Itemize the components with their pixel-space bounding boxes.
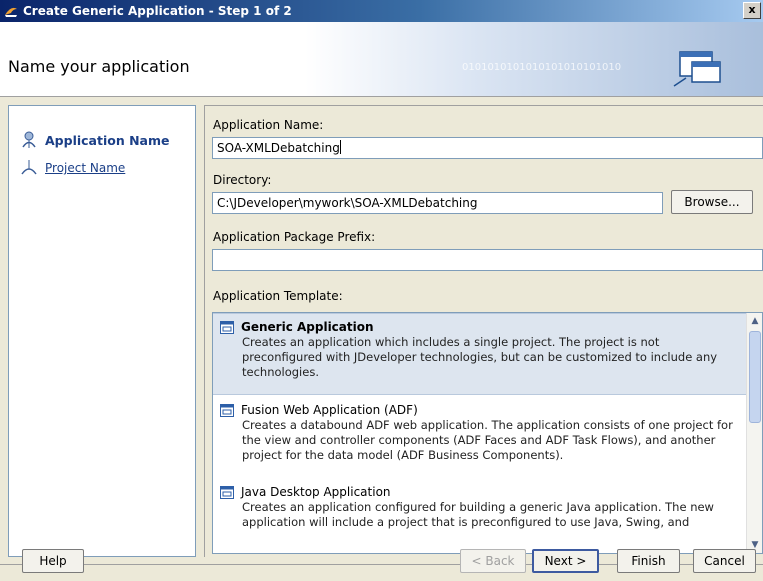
- next-button[interactable]: Next >: [532, 549, 599, 573]
- template-item-java-desktop-application[interactable]: Java Desktop Application Creates an appl…: [213, 479, 746, 553]
- window-title: Create Generic Application - Step 1 of 2: [23, 4, 292, 18]
- binary-decoration: 0101010101010101010101010: [462, 62, 622, 73]
- finish-button[interactable]: Finish: [617, 549, 680, 573]
- current-step-icon: [22, 131, 36, 148]
- template-name: Fusion Web Application (ADF): [241, 403, 418, 417]
- template-list[interactable]: Generic Application Creates an applicati…: [212, 312, 763, 554]
- package-prefix-label: Application Package Prefix:: [213, 230, 376, 244]
- help-button[interactable]: Help: [22, 549, 84, 573]
- cancel-button[interactable]: Cancel: [693, 549, 756, 573]
- steps-panel: Application Name Project Name: [8, 105, 196, 557]
- package-prefix-input[interactable]: [212, 249, 763, 271]
- directory-label: Directory:: [213, 173, 272, 187]
- template-item-fusion-web-application[interactable]: Fusion Web Application (ADF) Creates a d…: [213, 397, 746, 477]
- template-description: Creates an application which includes a …: [242, 335, 718, 379]
- template-item-generic-application[interactable]: Generic Application Creates an applicati…: [213, 313, 746, 395]
- directory-input[interactable]: C:\JDeveloper\mywork\SOA-XMLDebatching: [212, 192, 663, 214]
- text-caret: [339, 140, 341, 154]
- close-button[interactable]: x: [743, 2, 761, 19]
- template-description: Creates an application configured for bu…: [242, 500, 714, 529]
- jdeveloper-icon: [5, 7, 17, 17]
- template-name: Generic Application: [241, 320, 374, 334]
- step-label: Application Name: [45, 132, 170, 148]
- step-application-name[interactable]: Application Name: [19, 130, 169, 150]
- application-name-label: Application Name:: [213, 118, 324, 132]
- template-description: Creates a databound ADF web application.…: [242, 418, 733, 462]
- step-project-name[interactable]: Project Name: [19, 158, 125, 178]
- title-bar: Create Generic Application - Step 1 of 2…: [0, 0, 763, 22]
- template-list-scrollbar[interactable]: ▲ ▼: [746, 313, 762, 553]
- template-icon: [220, 403, 234, 417]
- application-name-input[interactable]: SOA-XMLDebatching: [212, 137, 763, 159]
- browse-button[interactable]: Browse...: [671, 190, 753, 214]
- back-button[interactable]: < Back: [460, 549, 526, 573]
- page-title: Name your application: [8, 57, 190, 76]
- form-panel: Application Name: SOA-XMLDebatching Dire…: [204, 105, 763, 557]
- template-icon: [220, 485, 234, 499]
- template-name: Java Desktop Application: [241, 485, 391, 499]
- step-label: Project Name: [45, 161, 126, 175]
- application-window-icon: [673, 51, 721, 87]
- application-template-label: Application Template:: [213, 289, 343, 303]
- application-name-value: SOA-XMLDebatching: [217, 141, 340, 155]
- scroll-up-icon[interactable]: ▲: [747, 313, 762, 329]
- wizard-header: Name your application 010101010101010101…: [0, 22, 763, 97]
- template-icon: [220, 320, 234, 334]
- scroll-thumb[interactable]: [749, 331, 761, 423]
- step-icon: [21, 160, 37, 175]
